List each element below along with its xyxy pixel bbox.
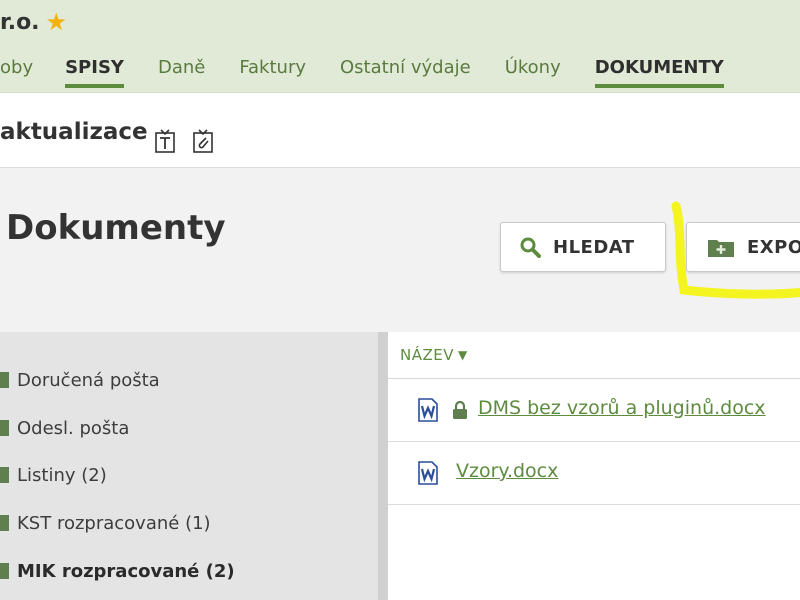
document-table: NÁZEV ▼ DMS bez vzorů a pluginů.docx Vzo… (388, 332, 800, 600)
record-title-strip: aktualizace (0, 93, 800, 168)
table-row[interactable]: DMS bez vzorů a pluginů.docx (388, 379, 800, 442)
word-document-icon (418, 398, 438, 422)
column-header-name[interactable]: NÁZEV (400, 346, 454, 364)
document-link[interactable]: DMS bez vzorů a pluginů.docx (478, 397, 766, 419)
table-header: NÁZEV ▼ (388, 332, 800, 379)
folder-label: MIK rozpracované (2) (17, 560, 235, 582)
folder-label: Odesl. pošta (17, 417, 130, 439)
folder-plus-icon (708, 240, 734, 257)
company-name: r.o. ★ (0, 4, 67, 40)
export-button-label: EXPO (747, 236, 800, 258)
tab-dokumenty[interactable]: DOKUMENTY (594, 48, 724, 88)
folder-label: Listiny (2) (17, 464, 107, 486)
tab-ostatni-vydaje[interactable]: Ostatní výdaje (340, 48, 471, 88)
tab-dane[interactable]: Daně (158, 48, 205, 88)
tab-spisy[interactable]: SPISY (65, 48, 124, 88)
top-header: r.o. ★ oby SPISY Daně Faktury Ostatní vý… (0, 0, 800, 93)
document-link[interactable]: Vzory.docx (456, 460, 558, 482)
sort-desc-icon[interactable]: ▼ (458, 348, 467, 362)
folder-icon (0, 563, 9, 579)
search-icon (520, 237, 541, 258)
folder-icon (0, 420, 9, 436)
search-button-label: HLEDAT (553, 236, 635, 258)
company-name-text: r.o. (0, 9, 40, 35)
text-edit-icon[interactable] (154, 128, 176, 154)
main-tabs: oby SPISY Daně Faktury Ostatní výdaje Úk… (0, 48, 800, 92)
tab-osoby[interactable]: oby (0, 48, 33, 88)
folder-icon (0, 515, 9, 531)
tab-faktury[interactable]: Faktury (239, 48, 306, 88)
folder-label: KST rozpracované (1) (17, 512, 211, 534)
search-button[interactable]: HLEDAT (500, 222, 666, 272)
word-document-icon (418, 461, 438, 485)
folder-item[interactable]: Listiny (2) (0, 460, 107, 490)
lock-icon (453, 400, 467, 419)
tab-ukony[interactable]: Úkony (505, 48, 561, 88)
folder-label: Doručená pošta (17, 369, 160, 391)
table-row[interactable]: Vzory.docx (388, 442, 800, 505)
folder-item[interactable]: Doručená pošta (0, 365, 160, 395)
folder-item-selected[interactable]: MIK rozpracované (2) (0, 556, 235, 586)
attachment-edit-icon[interactable] (192, 128, 214, 154)
export-button[interactable]: EXPO (686, 222, 800, 272)
favorite-star-icon[interactable]: ★ (46, 10, 68, 34)
folder-icon (0, 372, 9, 388)
folder-icon (0, 467, 9, 483)
record-title: aktualizace (0, 119, 148, 145)
folder-item[interactable]: KST rozpracované (1) (0, 508, 211, 538)
section-title: Dokumenty (6, 208, 226, 248)
folder-list: Doručená pošta Odesl. pošta Listiny (2) … (0, 332, 388, 600)
folder-item[interactable]: Odesl. pošta (0, 413, 129, 443)
